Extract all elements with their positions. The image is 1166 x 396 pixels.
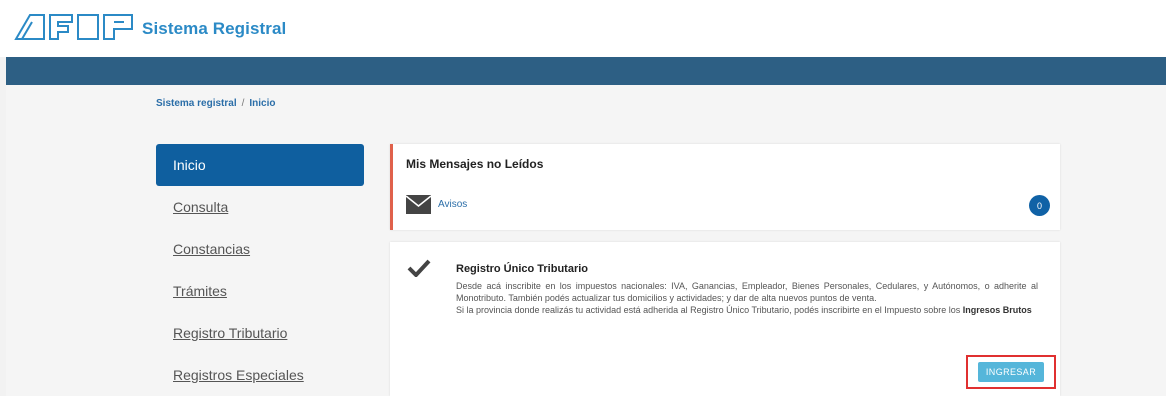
check-icon: [407, 259, 431, 282]
rut-card: Registro Único Tributario Desde acá insc…: [390, 242, 1060, 396]
ingresar-button[interactable]: INGRESAR: [977, 362, 1045, 382]
rut-desc-line1: Desde acá inscribite en los impuestos na…: [456, 281, 1038, 303]
avisos-link[interactable]: Avisos: [438, 199, 467, 210]
menu-item-tramites[interactable]: Trámites: [156, 270, 364, 312]
breadcrumb-root[interactable]: Sistema registral: [156, 98, 237, 109]
menu-item-registro-tributario[interactable]: Registro Tributario: [156, 312, 364, 354]
rut-title: Registro Único Tributario: [456, 263, 589, 275]
nav-bar: [6, 57, 1166, 85]
menu-item-registros-especiales[interactable]: Registros Especiales: [156, 354, 364, 396]
breadcrumb-current: Inicio: [249, 98, 276, 109]
header: Sistema Registral: [0, 0, 1166, 57]
app-title: Sistema Registral: [142, 19, 287, 38]
unread-count-badge: 0: [1029, 195, 1050, 216]
envelope-icon: [405, 195, 432, 219]
rut-description: Desde acá inscribite en los impuestos na…: [456, 280, 1038, 316]
breadcrumb: Sistema registral / Inicio: [156, 98, 276, 109]
ingresar-highlight: INGRESAR: [966, 355, 1056, 389]
afip-logo[interactable]: [14, 12, 136, 45]
menu-item-constancias[interactable]: Constancias: [156, 228, 364, 270]
rut-desc-line2: Si la provincia donde realizás tu activi…: [456, 304, 1038, 316]
messages-card: Mis Mensajes no Leídos Avisos 0: [390, 144, 1060, 230]
menu-item-inicio[interactable]: Inicio: [156, 144, 364, 186]
menu-item-consulta[interactable]: Consulta: [156, 186, 364, 228]
ingresos-brutos-label: Ingresos Brutos: [962, 305, 1032, 315]
rut-desc-line2-text: Si la provincia donde realizás tu activi…: [456, 305, 963, 315]
side-menu: Inicio Consulta Constancias Trámites Reg…: [156, 144, 364, 396]
messages-title: Mis Mensajes no Leídos: [406, 157, 544, 171]
breadcrumb-separator: /: [241, 98, 245, 109]
